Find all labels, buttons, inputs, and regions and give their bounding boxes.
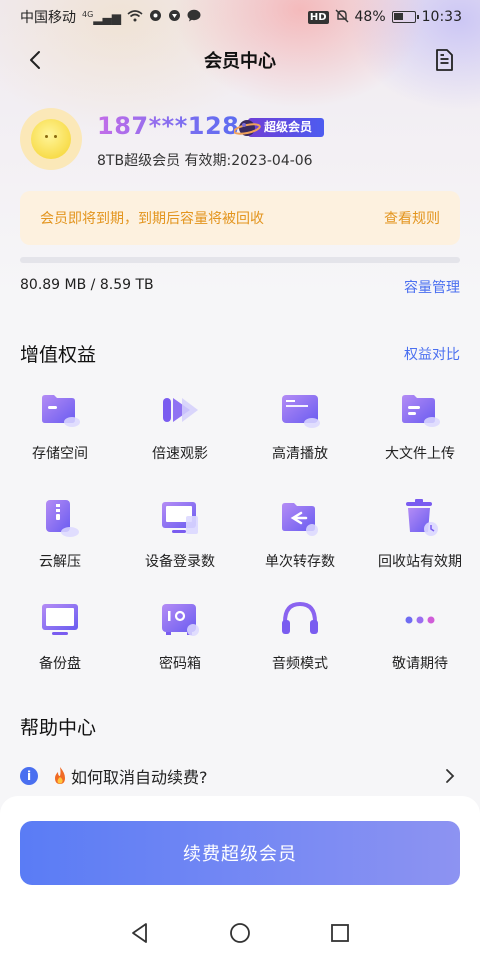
help-section-title: 帮助中心 bbox=[20, 717, 97, 739]
benefit-label: 单次转存数 bbox=[265, 554, 335, 570]
more-dots-icon bbox=[405, 616, 435, 624]
benefit-item-device-login[interactable]: 设备登录数 bbox=[120, 494, 240, 578]
chevron-right-icon bbox=[446, 769, 455, 783]
benefit-label: 备份盘 bbox=[39, 656, 81, 672]
network-label: 4G bbox=[82, 9, 94, 19]
help-item-text: 如何取消自动续费? bbox=[71, 768, 208, 787]
app-notification-icon-2 bbox=[168, 9, 181, 25]
system-back-icon[interactable] bbox=[128, 921, 152, 945]
benefit-item-password-safe[interactable]: 密码箱 bbox=[120, 596, 240, 680]
cloud-unzip-icon bbox=[46, 500, 79, 537]
benefit-label: 高清播放 bbox=[272, 446, 328, 462]
benefit-label: 云解压 bbox=[39, 554, 81, 570]
benefits-compare-link[interactable]: 权益对比 bbox=[404, 344, 460, 364]
capacity-management-link[interactable]: 容量管理 bbox=[404, 277, 460, 297]
nav-bar: 会员中心 bbox=[0, 38, 480, 82]
benefit-label: 音频模式 bbox=[272, 656, 328, 672]
back-arrow-icon[interactable] bbox=[24, 48, 48, 72]
benefit-item-large-upload[interactable]: 大文件上传 bbox=[360, 386, 480, 470]
system-home-icon[interactable] bbox=[228, 921, 252, 945]
speed-play-icon bbox=[163, 398, 198, 422]
benefit-item-storage[interactable]: 存储空间 bbox=[0, 386, 120, 470]
device-login-icon bbox=[162, 502, 198, 534]
headphones-icon bbox=[282, 601, 318, 634]
expiry-notice: 会员即将到期，到期后容量将被回收 查看规则 bbox=[20, 191, 460, 245]
benefit-item-hd-play[interactable]: 高清播放 bbox=[240, 386, 360, 470]
recycle-bin-icon bbox=[406, 499, 438, 536]
storage-folder-icon bbox=[42, 395, 80, 427]
view-rules-link[interactable]: 查看规则 bbox=[384, 208, 440, 228]
benefit-label: 设备登录数 bbox=[145, 554, 215, 570]
battery-percent: 48% bbox=[354, 9, 386, 25]
renew-super-vip-button[interactable]: 续费超级会员 bbox=[20, 821, 460, 885]
benefit-item-recycle-bin[interactable]: 回收站有效期 bbox=[360, 494, 480, 578]
planet-icon bbox=[234, 120, 261, 136]
benefit-item-backup-disk[interactable]: 备份盘 bbox=[0, 596, 120, 680]
benefit-label: 敬请期待 bbox=[392, 656, 448, 672]
membership-subline: 8TB超级会员 有效期:2023-04-06 bbox=[97, 153, 313, 169]
message-icon bbox=[187, 9, 201, 25]
app-notification-icon bbox=[149, 9, 162, 25]
benefit-item-speed-play[interactable]: 倍速观影 bbox=[120, 386, 240, 470]
system-recents-icon[interactable] bbox=[328, 921, 352, 945]
profile-card: 187***128 超级会员 8TB超级会员 有效期:2023-04-06 bbox=[20, 108, 460, 172]
benefit-item-cloud-unzip[interactable]: 云解压 bbox=[0, 494, 120, 578]
notice-text: 会员即将到期，到期后容量将被回收 bbox=[40, 211, 264, 227]
super-vip-badge: 超级会员 bbox=[234, 117, 326, 139]
carrier-label: 中国移动 bbox=[20, 10, 76, 26]
info-icon: i bbox=[20, 767, 38, 785]
help-item[interactable]: i 如何取消自动续费? bbox=[20, 762, 460, 790]
battery-icon bbox=[391, 11, 419, 23]
benefit-label: 密码箱 bbox=[159, 656, 201, 672]
wifi-icon bbox=[127, 9, 143, 25]
sun-avatar-icon bbox=[31, 119, 71, 159]
large-file-upload-icon bbox=[402, 395, 440, 427]
backup-disk-icon bbox=[42, 604, 78, 635]
hd-badge: HD bbox=[307, 10, 329, 24]
mute-bell-icon bbox=[335, 9, 349, 26]
page-title: 会员中心 bbox=[204, 51, 276, 72]
document-icon[interactable] bbox=[432, 48, 456, 72]
user-id: 187***128 bbox=[97, 112, 240, 140]
status-bar: 中国移动 4G▂▄▆ HD 48% 10:33 bbox=[0, 0, 480, 34]
battery-fill bbox=[393, 13, 403, 20]
avatar[interactable] bbox=[20, 108, 82, 170]
signal-icon: 4G▂▄▆ bbox=[82, 9, 121, 25]
benefit-label: 倍速观影 bbox=[152, 446, 208, 462]
system-navigation-bar bbox=[0, 906, 480, 960]
storage-progress-bar bbox=[20, 257, 460, 263]
clock: 10:33 bbox=[421, 9, 462, 25]
benefit-label: 大文件上传 bbox=[385, 446, 455, 462]
benefit-label: 回收站有效期 bbox=[378, 554, 462, 570]
password-safe-icon bbox=[162, 604, 199, 636]
benefit-item-coming-soon: 敬请期待 bbox=[360, 596, 480, 680]
transfer-save-icon bbox=[282, 503, 318, 536]
benefit-item-audio-mode[interactable]: 音频模式 bbox=[240, 596, 360, 680]
benefits-section-title: 增值权益 bbox=[20, 344, 97, 366]
storage-usage-text: 80.89 MB / 8.59 TB bbox=[20, 277, 154, 293]
hd-play-icon bbox=[282, 395, 320, 428]
benefit-label: 存储空间 bbox=[32, 446, 88, 462]
benefit-item-transfer-save[interactable]: 单次转存数 bbox=[240, 494, 360, 578]
fire-icon bbox=[55, 767, 65, 784]
